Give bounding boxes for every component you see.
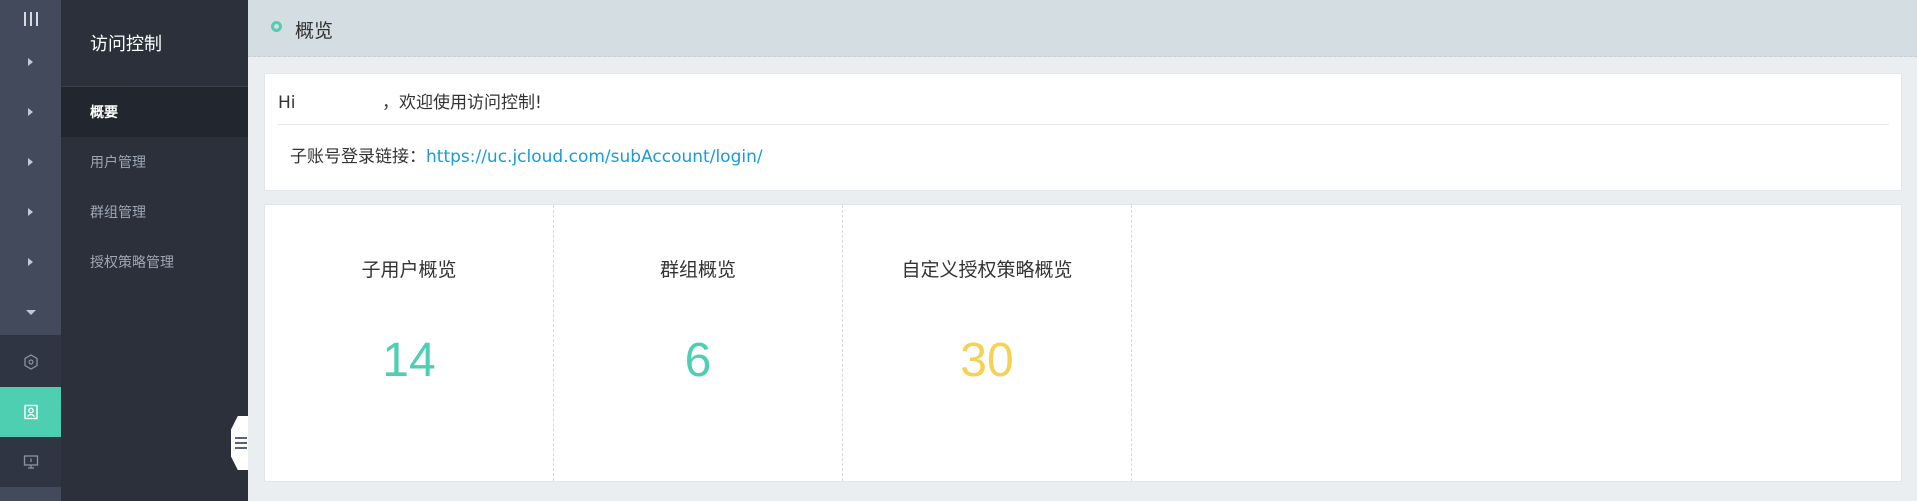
sidebar-title: 访问控制 <box>90 34 162 55</box>
stat-value: 14 <box>382 334 436 387</box>
welcome-divider <box>278 124 1889 125</box>
welcome-card: Hi ，欢迎使用访问控制! 子账号登录链接：https://uc.jcloud.… <box>264 73 1902 191</box>
stat-card-policies[interactable]: 自定义授权策略概览 30 <box>843 205 1132 481</box>
rail-expand-item-5[interactable] <box>0 237 61 287</box>
rail-collapse-item[interactable] <box>0 287 61 337</box>
page-title: 概览 <box>295 20 334 42</box>
sidebar-item-label: 概要 <box>90 105 118 121</box>
caret-right-icon <box>28 108 33 116</box>
rail-expand-item-3[interactable] <box>0 137 61 187</box>
circle-icon <box>271 21 282 32</box>
stat-card-groups[interactable]: 群组概览 6 <box>554 205 843 481</box>
sidebar-item-overview[interactable]: 概要 <box>61 87 248 137</box>
sidebar-item-label: 授权策略管理 <box>90 255 174 271</box>
sidebar-item-users[interactable]: 用户管理 <box>61 137 248 187</box>
sidebar: 访问控制 概要 用户管理 群组管理 授权策略管理 <box>61 0 248 501</box>
stat-value: 6 <box>684 334 712 387</box>
stat-label: 子用户概览 <box>361 259 457 281</box>
stat-label: 自定义授权策略概览 <box>901 259 1073 281</box>
sidebar-item-label: 群组管理 <box>90 205 146 221</box>
caret-right-icon <box>28 58 33 66</box>
login-link-row: 子账号登录链接：https://uc.jcloud.com/subAccount… <box>290 142 763 167</box>
icon-rail <box>0 0 61 501</box>
caret-right-icon <box>28 158 33 166</box>
rail-expand-item-2[interactable] <box>0 87 61 137</box>
rail-access-control-button[interactable] <box>0 387 61 437</box>
overview-stats-panel: 子用户概览 14 群组概览 6 自定义授权策略概览 30 <box>264 204 1902 482</box>
rail-footer <box>0 487 61 501</box>
caret-down-icon <box>25 309 36 315</box>
rail-expand-item-1[interactable] <box>0 37 61 87</box>
sidebar-item-groups[interactable]: 群组管理 <box>61 187 248 237</box>
hexagon-star-icon <box>23 354 38 370</box>
rail-monitor-button[interactable] <box>0 437 61 487</box>
hamburger-icon <box>235 437 247 449</box>
rail-nav-group <box>0 37 61 335</box>
menu-toggle-button[interactable] <box>0 0 61 37</box>
caret-right-icon <box>28 258 33 266</box>
page-header: 概览 <box>248 0 1917 57</box>
caret-right-icon <box>28 208 33 216</box>
stat-card-subusers[interactable]: 子用户概览 14 <box>265 205 554 481</box>
sidebar-item-label: 用户管理 <box>90 155 146 171</box>
login-link-label: 子账号登录链接： <box>290 147 426 167</box>
rail-expand-item-4[interactable] <box>0 187 61 237</box>
menu-bars-icon <box>23 11 38 26</box>
greeting-suffix: ，欢迎使用访问控制! <box>381 93 542 113</box>
greeting-text: Hi ，欢迎使用访问控制! <box>278 88 542 113</box>
stat-value: 30 <box>960 334 1014 387</box>
rail-service-button[interactable] <box>0 337 61 387</box>
stat-label: 群组概览 <box>659 259 736 281</box>
sidebar-item-policies[interactable]: 授权策略管理 <box>61 237 248 287</box>
login-link[interactable]: https://uc.jcloud.com/subAccount/login/ <box>426 147 763 167</box>
monitor-icon <box>23 455 38 469</box>
greeting-prefix: Hi <box>278 93 296 113</box>
user-card-icon <box>23 404 38 420</box>
